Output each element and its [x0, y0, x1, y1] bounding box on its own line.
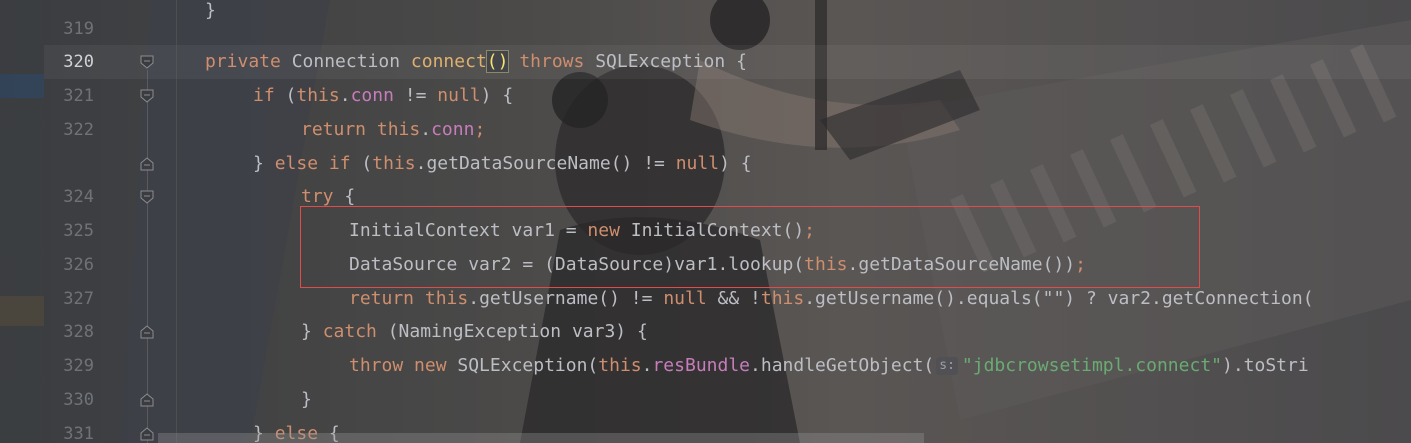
code-text: .getUsername().equals("") ? var2.getConn… — [804, 288, 1314, 309]
line-number: 329 — [63, 356, 94, 376]
line-number: 324 — [63, 187, 94, 207]
keyword: this — [424, 288, 469, 309]
type-name: SQLException — [595, 51, 726, 72]
field-name: conn — [350, 85, 394, 106]
code-text: SQLException( — [446, 355, 599, 376]
keyword: null — [437, 85, 481, 106]
horizontal-scrollbar[interactable] — [158, 433, 924, 443]
keyword: this — [296, 85, 340, 106]
code-text: .getUsername() != — [468, 288, 664, 309]
code-text: ( — [274, 85, 297, 106]
code-line-322[interactable]: return this.conn; — [301, 113, 485, 147]
fold-open-icon[interactable] — [140, 89, 154, 103]
keyword: return — [349, 288, 415, 309]
line-number: 322 — [63, 120, 94, 140]
closing-brace: } — [301, 389, 312, 410]
fold-open-icon[interactable] — [140, 55, 154, 69]
code-text: } — [301, 321, 323, 342]
field-name: resBundle — [652, 355, 751, 376]
line-number-current: 320 — [63, 52, 94, 72]
fold-close-icon[interactable] — [140, 325, 154, 339]
code-editor[interactable]: 319 320 321 322 324 325 326 327 328 329 … — [0, 0, 1411, 443]
code-text: ) { — [719, 153, 752, 174]
code-line-320[interactable]: private Connection connect() throws SQLE… — [205, 45, 747, 79]
left-strip-marker — [0, 74, 44, 98]
keyword: null — [675, 153, 720, 174]
keyword: return — [301, 119, 367, 140]
line-number: 321 — [63, 86, 94, 106]
line-number: 326 — [63, 255, 94, 275]
code-text: } — [253, 153, 275, 174]
code-text: . — [339, 85, 351, 106]
code-text: ) { — [480, 85, 514, 106]
left-tool-strip — [0, 0, 44, 443]
code-text: .getDataSourceName() != — [415, 153, 676, 174]
line-number — [44, 147, 94, 181]
keyword: if — [328, 153, 351, 174]
fold-guide-line — [147, 70, 148, 443]
highlight-annotation-box — [300, 206, 1200, 288]
keyword: else — [274, 153, 319, 174]
code-text: && ! — [706, 288, 761, 309]
keyword: if — [253, 85, 275, 106]
keyword: null — [663, 288, 707, 309]
type-name: Connection — [291, 51, 401, 72]
keyword: new — [414, 355, 447, 376]
string-literal: "jdbcrowsetimpl.connect" — [961, 355, 1222, 376]
semicolon: ; — [474, 119, 486, 140]
line-number: 327 — [63, 289, 94, 309]
code-text: . — [420, 119, 432, 140]
code-line-319[interactable]: } — [205, 0, 216, 28]
code-text: { — [333, 186, 356, 207]
line-number: 330 — [63, 390, 94, 410]
fold-close-icon[interactable] — [140, 393, 154, 407]
code-line-329[interactable]: throw new SQLException(this.resBundle.ha… — [349, 349, 1309, 383]
code-text: ).toStri — [1222, 355, 1309, 376]
line-number: 325 — [63, 221, 94, 241]
code-text: ( — [350, 153, 373, 174]
keyword: this — [376, 119, 421, 140]
code-line-330[interactable]: } — [301, 383, 312, 417]
keyword: this — [372, 153, 416, 174]
keyword: throws — [519, 51, 585, 72]
closing-brace: } — [205, 0, 216, 21]
matched-parens: () — [485, 50, 510, 73]
code-text: != — [393, 85, 438, 106]
keyword: this — [760, 288, 805, 309]
field-name: conn — [431, 119, 475, 140]
code-text: (NamingException var3) { — [376, 321, 648, 342]
code-line-328[interactable]: } catch (NamingException var3) { — [301, 315, 648, 349]
fold-open-icon[interactable] — [140, 190, 154, 204]
left-strip-marker — [0, 296, 44, 326]
parameter-hint-badge: s: — [936, 357, 958, 375]
code-line-323[interactable]: } else if (this.getDataSourceName() != n… — [253, 147, 752, 181]
fold-close-icon[interactable] — [140, 427, 154, 441]
keyword: catch — [322, 321, 377, 342]
keyword: try — [301, 186, 334, 207]
line-number: 319 — [63, 19, 94, 39]
brace: { — [736, 51, 747, 72]
line-number: 328 — [63, 322, 94, 342]
method-name: connect — [410, 51, 487, 72]
keyword: this — [598, 355, 642, 376]
line-number: 331 — [63, 424, 94, 443]
keyword: throw — [349, 355, 404, 376]
code-text: .handleGetObject( — [750, 355, 935, 376]
keyword: private — [205, 51, 281, 72]
code-line-321[interactable]: if (this.conn != null) { — [253, 79, 513, 113]
fold-close-icon[interactable] — [140, 157, 154, 171]
gutter-separator — [176, 0, 177, 443]
code-text: . — [641, 355, 653, 376]
